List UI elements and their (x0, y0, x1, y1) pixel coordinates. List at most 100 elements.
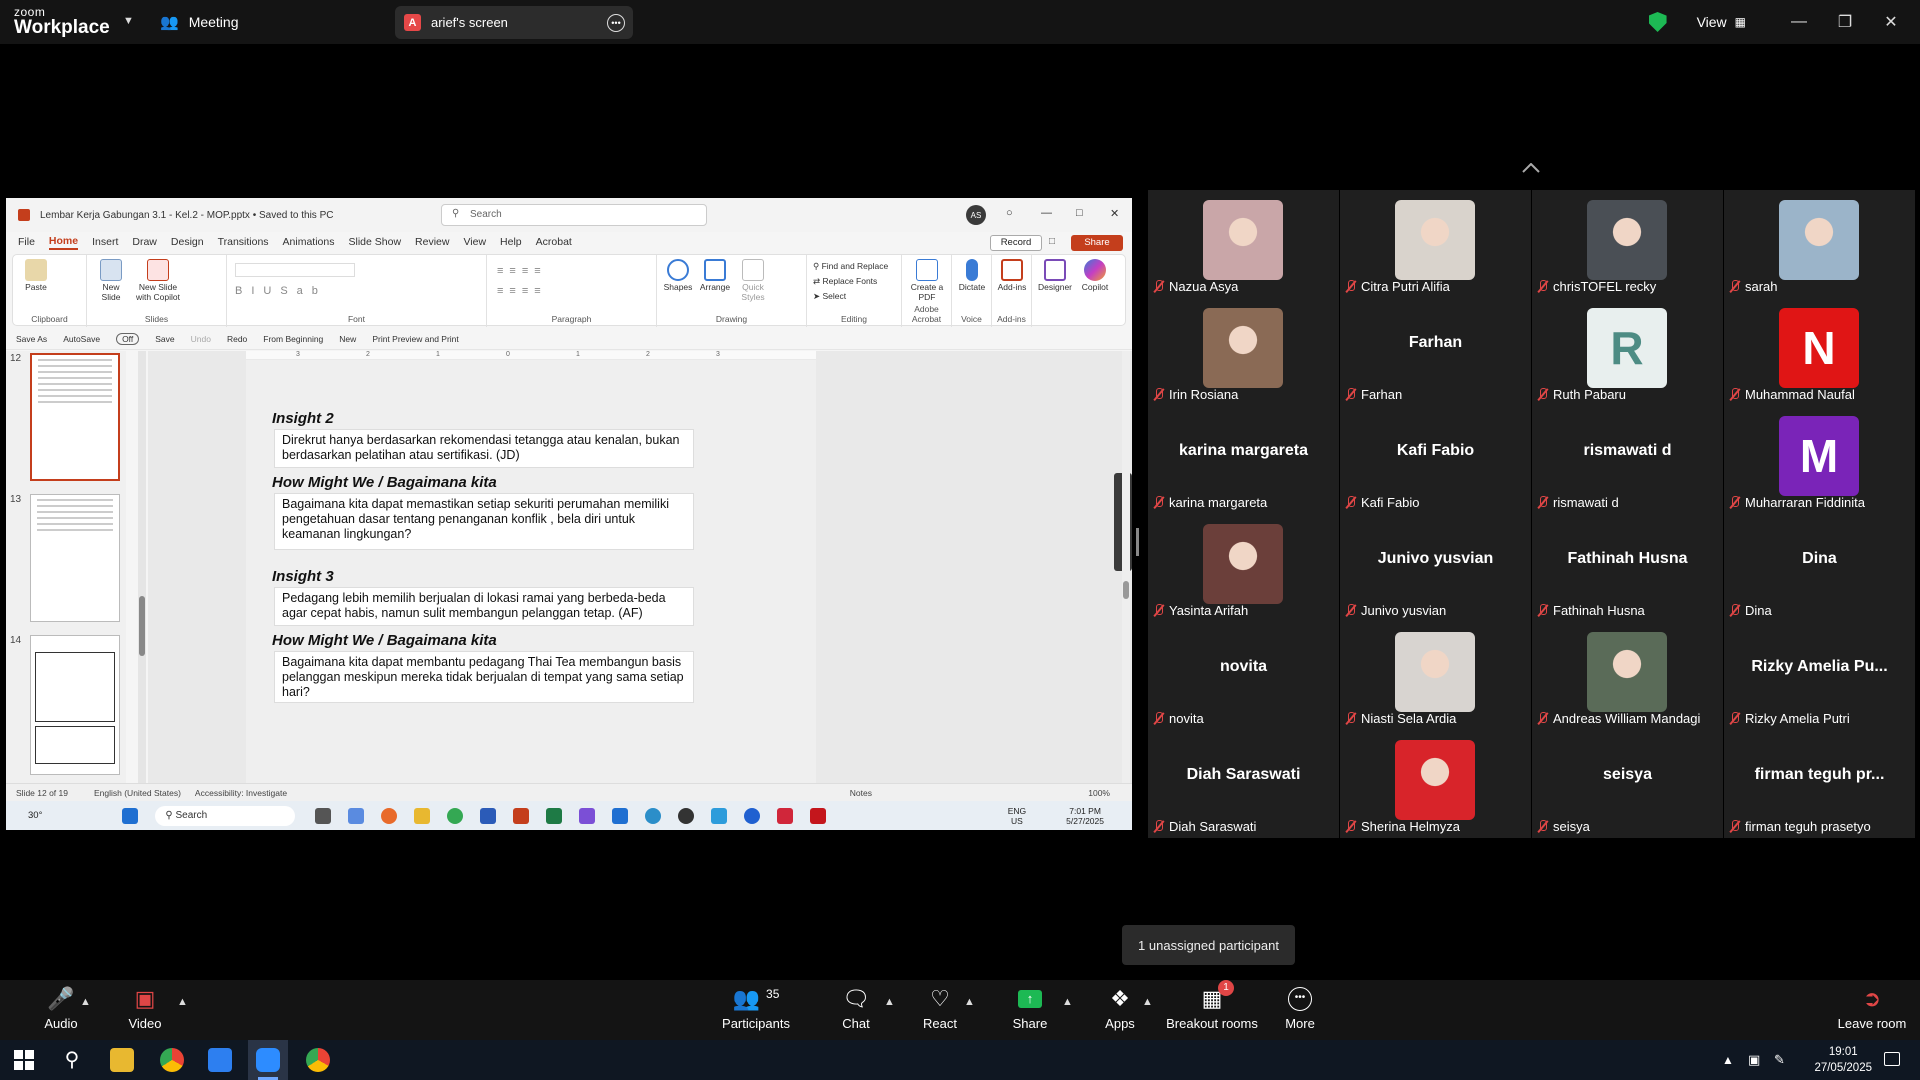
network-icon[interactable]: ▣ (1748, 1052, 1760, 1068)
participant-tile[interactable]: Fathinah Husna Fathinah Husna (1532, 514, 1723, 622)
hmw-2-text[interactable]: Bagaimana kita dapat membantu pedagang T… (274, 651, 694, 703)
participant-tile[interactable]: karina margareta karina margareta (1148, 406, 1339, 514)
share-options-chevron-icon[interactable]: ▲ (1062, 996, 1073, 1008)
participants-button[interactable]: 👥 35 Participants (713, 986, 799, 1031)
paragraph-icons[interactable]: ≡≡≡≡ (497, 265, 547, 277)
audio-button[interactable]: 🎤 Audio (36, 986, 86, 1031)
react-options-chevron-icon[interactable]: ▲ (964, 996, 975, 1008)
more-button[interactable]: ••• More (1280, 986, 1320, 1031)
shared-screen-pill[interactable]: A arief's screen ••• (395, 6, 633, 39)
ppt-minimize-icon[interactable]: — (1041, 207, 1052, 219)
participant-tile[interactable]: novita novita (1148, 622, 1339, 730)
menu-animations[interactable]: Animations (283, 236, 335, 248)
search-icon[interactable]: ⚲ (60, 1048, 84, 1072)
print-preview-button[interactable]: Print Preview and Print (372, 334, 458, 344)
ppt-search-input[interactable]: Search (441, 204, 707, 226)
new-slide-button[interactable]: New Slide (93, 259, 129, 303)
hmw-1-text[interactable]: Bagaimana kita dapat memastikan setiap s… (274, 493, 694, 550)
file-explorer-icon[interactable] (414, 807, 431, 824)
notifications-icon[interactable] (1884, 1052, 1900, 1066)
edge-icon[interactable] (645, 807, 662, 824)
align-icons[interactable]: ≡≡≡≡ (497, 285, 547, 297)
from-beginning-button[interactable]: From Beginning (263, 334, 323, 344)
participant-tile[interactable]: firman teguh pr... firman teguh prasetyo (1724, 730, 1915, 838)
leave-room-button[interactable]: ➲ Leave room (1836, 986, 1908, 1031)
slide-thumbnail[interactable] (30, 353, 120, 481)
undo-button[interactable]: Undo (191, 334, 211, 344)
participant-tile[interactable]: N Muhammad Naufal (1724, 298, 1915, 406)
addins-button[interactable]: Add-ins (995, 259, 1029, 293)
firefox-icon[interactable] (381, 807, 398, 824)
word-icon[interactable] (480, 807, 497, 824)
more-options-icon[interactable]: ••• (607, 13, 625, 32)
menu-home[interactable]: Home (48, 235, 79, 250)
menu-review[interactable]: Review (415, 236, 449, 248)
slide-thumbnail[interactable] (30, 635, 120, 775)
breakout-rooms-button[interactable]: ▦ 1 Breakout rooms (1164, 980, 1260, 1031)
find-replace-button[interactable]: ⚲ Find and Replace (813, 261, 888, 272)
audio-options-chevron-icon[interactable]: ▲ (80, 996, 91, 1008)
input-language[interactable]: ENG US (1008, 806, 1026, 826)
participant-tile[interactable]: seisya seisya (1532, 730, 1723, 838)
restore-icon[interactable]: ❐ (1822, 12, 1868, 32)
chat-button[interactable]: 🗨 Chat (836, 986, 876, 1031)
shapes-button[interactable]: Shapes (661, 259, 695, 293)
share-button[interactable]: ↑ Share (1010, 986, 1050, 1031)
menu-draw[interactable]: Draw (132, 236, 157, 248)
replace-fonts-button[interactable]: ⇄ Replace Fonts (813, 276, 877, 287)
avatar[interactable]: AS (966, 205, 986, 225)
participant-tile[interactable]: Kafi Fabio Kafi Fabio (1340, 406, 1531, 514)
participant-tile[interactable]: M Muharraran Fiddinita (1724, 406, 1915, 514)
app-icon[interactable] (711, 807, 728, 824)
splitter-handle[interactable] (1136, 528, 1139, 556)
ppt-share-button[interactable]: Share (1071, 235, 1123, 251)
participant-tile[interactable]: Citra Putri Alifia (1340, 190, 1531, 298)
participant-tile[interactable]: Irin Rosiana (1148, 298, 1339, 406)
slide-thumbnail[interactable] (30, 494, 120, 622)
dictate-button[interactable]: Dictate (955, 259, 989, 293)
file-explorer-icon[interactable] (110, 1048, 134, 1072)
paste-button[interactable]: Paste (19, 259, 53, 293)
menu-slide-show[interactable]: Slide Show (349, 236, 402, 248)
apps-button[interactable]: ❖ Apps (1100, 986, 1140, 1031)
accessibility-status[interactable]: Accessibility: Investigate (195, 788, 287, 798)
font-format-icons[interactable]: BIUSab (235, 285, 327, 297)
participant-tile[interactable]: R Ruth Pabaru (1532, 298, 1723, 406)
new-slide-copilot-button[interactable]: New Slide with Copilot (133, 259, 183, 303)
windows-start-icon[interactable] (122, 807, 139, 824)
close-icon[interactable]: ✕ (1868, 12, 1914, 32)
menu-transitions[interactable]: Transitions (218, 236, 269, 248)
menu-design[interactable]: Design (171, 236, 204, 248)
redo-button[interactable]: Redo (227, 334, 247, 344)
collapse-chevron-icon[interactable] (1522, 163, 1540, 173)
unassigned-participant-tooltip[interactable]: 1 unassigned participant (1122, 925, 1295, 965)
comment-icon[interactable]: □ (1049, 236, 1055, 247)
react-button[interactable]: ♡ React (920, 986, 960, 1031)
windows-start-icon[interactable] (12, 1048, 36, 1072)
participant-tile[interactable]: chrisTOFEL recky (1532, 190, 1723, 298)
menu-file[interactable]: File (18, 236, 35, 248)
quick-styles-button[interactable]: Quick Styles (735, 259, 771, 303)
view-button[interactable]: View ▦ (1697, 14, 1746, 30)
tray-chevron-icon[interactable]: ▲ (1722, 1053, 1734, 1067)
current-slide[interactable]: Insight 2 Direkrut hanya berdasarkan rek… (246, 360, 816, 784)
new-button[interactable]: New (339, 334, 356, 344)
ppt-restore-icon[interactable]: □ (1076, 207, 1083, 219)
app-icon[interactable] (579, 807, 596, 824)
weather-temp[interactable]: 30° (28, 810, 42, 821)
task-view-icon[interactable] (315, 807, 332, 824)
save-as-button[interactable]: Save As (16, 334, 47, 344)
zoom-taskbar-icon[interactable] (256, 1048, 280, 1072)
insight-3-text[interactable]: Pedagang lebih memilih berjualan di loka… (274, 587, 694, 626)
create-pdf-button[interactable]: Create a PDF (906, 259, 948, 303)
canvas-scrollbar[interactable] (1122, 351, 1130, 783)
insight-2-text[interactable]: Direkrut hanya berdasarkan rekomendasi t… (274, 429, 694, 468)
app-icon[interactable] (777, 807, 794, 824)
outlook-icon[interactable] (612, 807, 629, 824)
thumbnail-scrollbar[interactable] (138, 351, 146, 783)
participant-tile[interactable]: Dina Dina (1724, 514, 1915, 622)
video-button[interactable]: ▣ Video (120, 986, 170, 1031)
excel-icon[interactable] (546, 807, 563, 824)
app-icon[interactable] (678, 807, 695, 824)
meeting-menu[interactable]: 👥 Meeting (160, 13, 239, 31)
